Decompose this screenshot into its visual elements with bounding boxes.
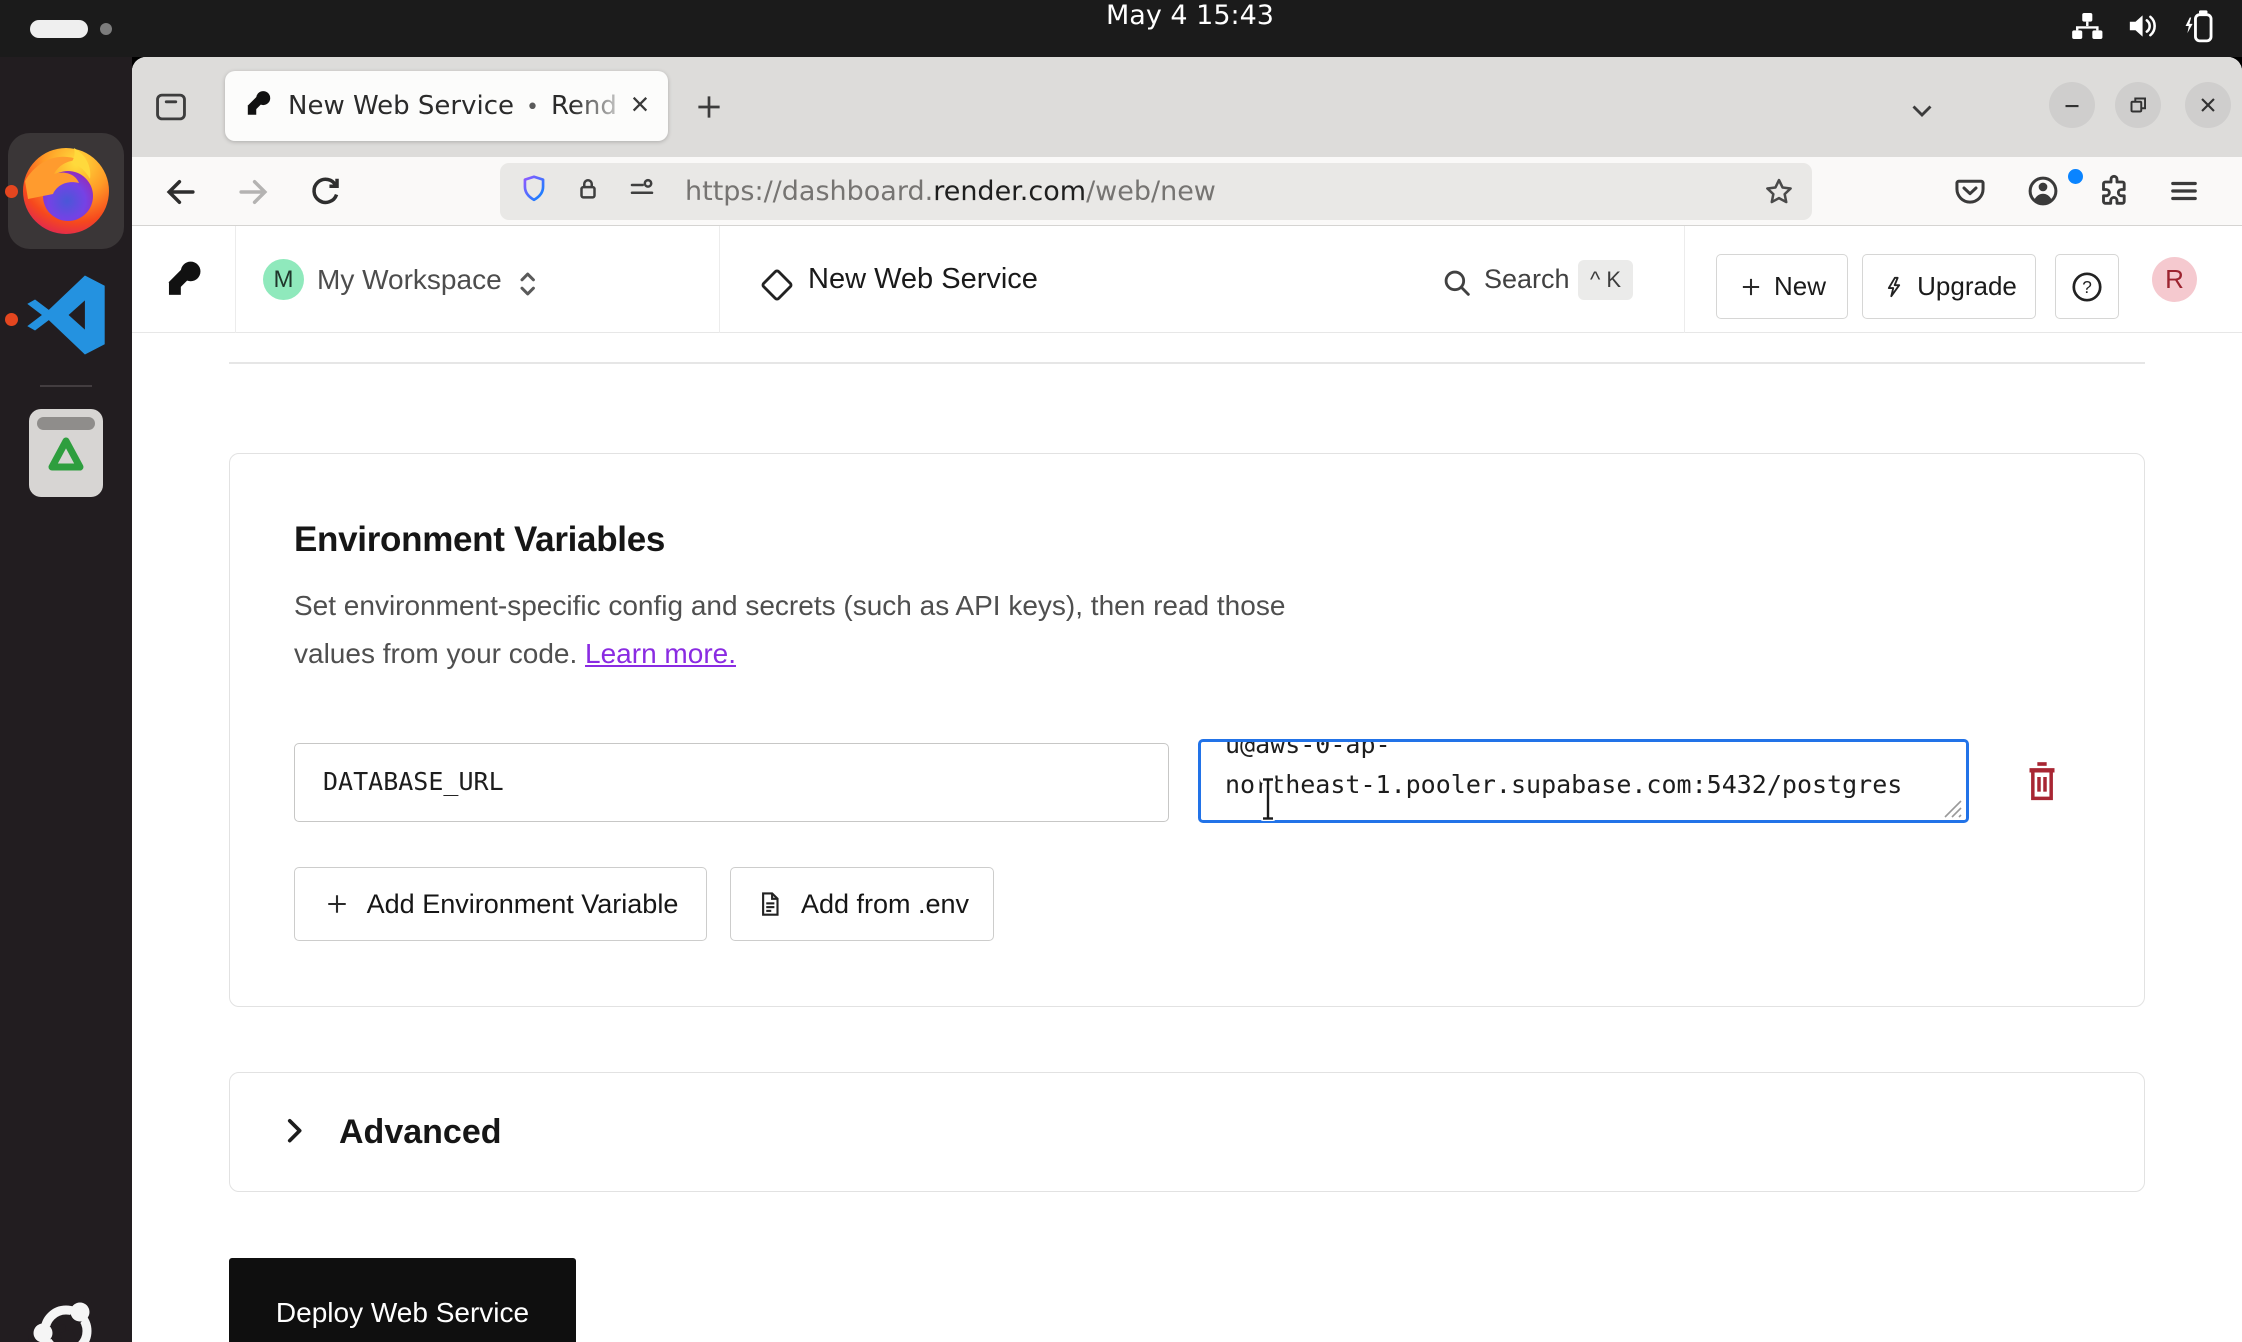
pocket-icon[interactable] bbox=[1952, 173, 1988, 214]
search-button[interactable]: Search bbox=[1484, 226, 1570, 333]
window-restore-button[interactable] bbox=[2115, 82, 2161, 128]
environment-variables-card: Environment Variables Set environment-sp… bbox=[229, 453, 2145, 1007]
browser-toolbar: https://dashboard.render.com/web/new bbox=[132, 157, 2242, 226]
env-value-line2: northeast-1.pooler.supabase.com:5432/pos… bbox=[1225, 765, 1942, 805]
advanced-section-toggle[interactable]: Advanced bbox=[229, 1072, 2145, 1192]
screen: May 4 15:43 bbox=[0, 0, 2242, 1342]
chevron-right-icon bbox=[277, 1113, 311, 1152]
workspace-sort-chevrons-icon[interactable] bbox=[510, 266, 546, 307]
user-avatar[interactable]: R bbox=[2152, 257, 2197, 302]
account-icon[interactable] bbox=[2025, 173, 2061, 214]
env-value-textarea[interactable]: u@aws-0-ap- northeast-1.pooler.supabase.… bbox=[1198, 739, 1969, 823]
page-title: New Web Service bbox=[808, 226, 1038, 333]
system-top-bar: May 4 15:43 bbox=[0, 0, 2242, 57]
account-notification-dot bbox=[2068, 169, 2083, 184]
tab-close-icon[interactable]: × bbox=[622, 71, 658, 141]
document-icon bbox=[755, 889, 785, 919]
tab-title: New Web Service•Rend bbox=[288, 71, 634, 141]
deploy-web-service-button[interactable]: Deploy Web Service bbox=[229, 1258, 576, 1342]
bookmark-star-icon[interactable] bbox=[1762, 175, 1796, 214]
permissions-icon[interactable] bbox=[626, 173, 658, 210]
section-title: Environment Variables bbox=[294, 520, 665, 560]
section-description: Set environment-specific config and secr… bbox=[294, 582, 1285, 678]
url-text: https://dashboard.render.com/web/new bbox=[685, 176, 1216, 207]
ubuntu-logo-icon[interactable] bbox=[28, 1293, 104, 1342]
workspace-selector[interactable]: My Workspace bbox=[317, 226, 502, 333]
extensions-puzzle-icon[interactable] bbox=[2096, 173, 2132, 214]
browser-tab[interactable]: New Web Service•Rend × bbox=[225, 71, 668, 141]
url-bar[interactable]: https://dashboard.render.com/web/new bbox=[500, 163, 1812, 220]
new-tab-button[interactable] bbox=[692, 90, 726, 129]
lock-icon[interactable] bbox=[573, 174, 603, 209]
header-divider bbox=[1684, 226, 1685, 333]
text-cursor-pointer bbox=[1256, 776, 1280, 827]
add-environment-variable-button[interactable]: Add Environment Variable bbox=[294, 867, 707, 941]
app-header: M My Workspace New Web Service Search ^ … bbox=[132, 226, 2242, 333]
upgrade-button[interactable]: Upgrade bbox=[1862, 254, 2036, 319]
window-minimize-button[interactable] bbox=[2049, 82, 2095, 128]
tab-strip: New Web Service•Rend × bbox=[132, 57, 2242, 157]
dock-divider bbox=[40, 385, 92, 387]
learn-more-link[interactable]: Learn more. bbox=[585, 638, 736, 669]
recycle-icon bbox=[46, 435, 86, 484]
firefox-icon bbox=[16, 139, 116, 244]
network-icon bbox=[2069, 11, 2105, 46]
svg-text:?: ? bbox=[2082, 277, 2092, 297]
activities-pill[interactable] bbox=[30, 20, 88, 38]
delete-variable-button[interactable] bbox=[2020, 759, 2064, 807]
env-value-line1: u@aws-0-ap- bbox=[1225, 739, 1942, 765]
window-close-button[interactable] bbox=[2185, 82, 2231, 128]
previous-card-border bbox=[229, 362, 2145, 364]
trash-icon bbox=[2022, 760, 2062, 804]
workspace-indicator-dot bbox=[100, 23, 112, 35]
forward-button[interactable] bbox=[234, 173, 272, 216]
advanced-label: Advanced bbox=[339, 1113, 502, 1152]
search-icon[interactable] bbox=[1440, 266, 1474, 305]
trash-lid bbox=[37, 417, 95, 430]
firefox-running-dot bbox=[5, 185, 18, 198]
header-divider bbox=[235, 226, 236, 333]
shield-icon[interactable] bbox=[518, 173, 550, 210]
service-diamond-icon bbox=[758, 266, 796, 309]
env-key-input[interactable]: DATABASE_URL bbox=[294, 743, 1169, 822]
back-button[interactable] bbox=[162, 173, 200, 216]
volume-icon bbox=[2127, 11, 2161, 46]
vscode-icon bbox=[23, 272, 109, 363]
system-clock[interactable]: May 4 15:43 bbox=[1020, 0, 1360, 57]
reload-button[interactable] bbox=[306, 173, 344, 216]
add-from-env-button[interactable]: Add from .env bbox=[730, 867, 994, 941]
header-divider bbox=[719, 226, 720, 333]
render-dashboard-page: M My Workspace New Web Service Search ^ … bbox=[132, 226, 2242, 1342]
system-status-area[interactable] bbox=[2069, 0, 2215, 57]
browser-window: New Web Service•Rend × bbox=[132, 57, 2242, 1342]
plus-icon bbox=[1738, 274, 1764, 300]
lightning-icon bbox=[1881, 274, 1907, 300]
search-shortcut-badge: ^ K bbox=[1578, 260, 1633, 300]
plus-icon bbox=[323, 890, 351, 918]
battery-icon bbox=[2183, 9, 2215, 48]
dock-item-firefox[interactable] bbox=[8, 133, 124, 249]
firefox-view-button[interactable] bbox=[152, 88, 190, 131]
dock bbox=[0, 57, 132, 1342]
textarea-resize-grip[interactable] bbox=[1941, 797, 1963, 824]
dock-item-vscode[interactable] bbox=[22, 273, 110, 361]
workspace-avatar: M bbox=[263, 259, 304, 300]
new-button[interactable]: New bbox=[1716, 254, 1848, 319]
list-tabs-chevron-icon[interactable] bbox=[1905, 93, 1939, 132]
question-mark-icon: ? bbox=[2069, 269, 2105, 305]
vscode-running-dot bbox=[5, 313, 18, 326]
help-button[interactable]: ? bbox=[2055, 254, 2119, 319]
render-logo[interactable] bbox=[165, 260, 203, 303]
dock-item-trash[interactable] bbox=[29, 409, 103, 497]
menu-hamburger-icon[interactable] bbox=[2166, 173, 2202, 214]
render-favicon bbox=[245, 90, 272, 122]
